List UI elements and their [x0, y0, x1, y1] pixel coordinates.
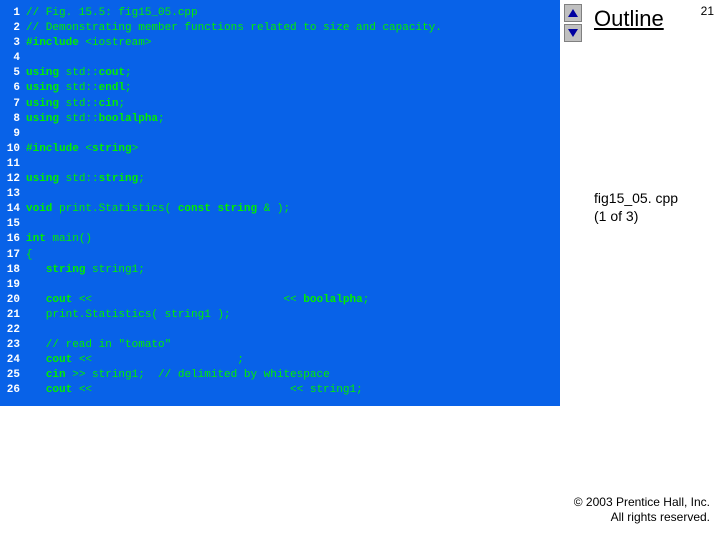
file-label: fig15_05. cpp (1 of 3) — [594, 190, 678, 225]
code-line: 18 string string1; — [0, 263, 560, 278]
line-number: 19 — [0, 278, 26, 293]
copyright-line2: All rights reserved. — [611, 510, 710, 524]
page-number: 21 — [701, 4, 714, 18]
code-text: cout << << string1; — [26, 383, 560, 398]
triangle-down-icon — [568, 29, 578, 37]
code-line: 14void print.Statistics( const string & … — [0, 202, 560, 217]
line-number: 4 — [0, 51, 26, 66]
code-line: 26 cout << << string1; — [0, 383, 560, 398]
line-number: 2 — [0, 21, 26, 36]
file-label-line1: fig15_05. cpp — [594, 190, 678, 206]
code-text — [26, 217, 560, 232]
line-number: 10 — [0, 142, 26, 157]
line-number: 1 — [0, 6, 26, 21]
code-text — [26, 323, 560, 338]
code-line: 7using std::cin; — [0, 97, 560, 112]
code-text: string string1; — [26, 263, 560, 278]
code-line: 9 — [0, 127, 560, 142]
line-number: 17 — [0, 248, 26, 263]
right-panel: Outline 21 fig15_05. cpp (1 of 3) — [560, 0, 720, 540]
code-text — [26, 278, 560, 293]
code-line: 23 // read in "tomato" — [0, 338, 560, 353]
code-line: 2// Demonstrating member functions relat… — [0, 21, 560, 36]
code-line: 22 — [0, 323, 560, 338]
line-number: 21 — [0, 308, 26, 323]
nav-up-button[interactable] — [564, 4, 582, 22]
code-line: 13 — [0, 187, 560, 202]
code-text — [26, 127, 560, 142]
code-line: 16int main() — [0, 232, 560, 247]
code-text: using std::string; — [26, 172, 560, 187]
code-line: 6using std::endl; — [0, 81, 560, 96]
line-number: 22 — [0, 323, 26, 338]
code-line: 10#include <string> — [0, 142, 560, 157]
code-line: 3#include <iostream> — [0, 36, 560, 51]
code-text — [26, 187, 560, 202]
line-number: 13 — [0, 187, 26, 202]
code-text: void print.Statistics( const string & ); — [26, 202, 560, 217]
code-text: using std::cout; — [26, 66, 560, 81]
code-line: 19 — [0, 278, 560, 293]
code-line: 12using std::string; — [0, 172, 560, 187]
line-number: 25 — [0, 368, 26, 383]
line-number: 3 — [0, 36, 26, 51]
code-line: 20 cout << << boolalpha; — [0, 293, 560, 308]
code-text: cout << << boolalpha; — [26, 293, 560, 308]
code-text: #include <iostream> — [26, 36, 560, 51]
code-text: print.Statistics( string1 ); — [26, 308, 560, 323]
line-number: 24 — [0, 353, 26, 368]
copyright: © 2003 Prentice Hall, Inc. All rights re… — [574, 495, 710, 526]
code-text: cin >> string1; // delimited by whitespa… — [26, 368, 560, 383]
line-number: 12 — [0, 172, 26, 187]
code-line: 21 print.Statistics( string1 ); — [0, 308, 560, 323]
file-label-line2: (1 of 3) — [594, 208, 638, 224]
line-number: 16 — [0, 232, 26, 247]
code-line: 15 — [0, 217, 560, 232]
line-number: 15 — [0, 217, 26, 232]
code-text: using std::cin; — [26, 97, 560, 112]
outline-title: Outline — [594, 6, 664, 32]
code-text: using std::endl; — [26, 81, 560, 96]
code-line: 17{ — [0, 248, 560, 263]
line-number: 18 — [0, 263, 26, 278]
line-number: 9 — [0, 127, 26, 142]
code-text: // read in "tomato" — [26, 338, 560, 353]
nav-button-column — [564, 4, 584, 44]
line-number: 11 — [0, 157, 26, 172]
code-line: 24 cout << ; — [0, 353, 560, 368]
line-number: 8 — [0, 112, 26, 127]
line-number: 7 — [0, 97, 26, 112]
triangle-up-icon — [568, 9, 578, 17]
code-line: 25 cin >> string1; // delimited by white… — [0, 368, 560, 383]
code-line: 1// Fig. 15.5: fig15_05.cpp — [0, 6, 560, 21]
line-number: 5 — [0, 66, 26, 81]
code-text — [26, 157, 560, 172]
code-line: 4 — [0, 51, 560, 66]
line-number: 23 — [0, 338, 26, 353]
code-text: int main() — [26, 232, 560, 247]
nav-down-button[interactable] — [564, 24, 582, 42]
code-line: 5using std::cout; — [0, 66, 560, 81]
copyright-line1: © 2003 Prentice Hall, Inc. — [574, 495, 710, 509]
code-text: cout << ; — [26, 353, 560, 368]
code-text: // Fig. 15.5: fig15_05.cpp — [26, 6, 560, 21]
line-number: 14 — [0, 202, 26, 217]
code-line: 11 — [0, 157, 560, 172]
code-text: { — [26, 248, 560, 263]
code-text: #include <string> — [26, 142, 560, 157]
code-line: 8using std::boolalpha; — [0, 112, 560, 127]
code-text — [26, 51, 560, 66]
line-number: 26 — [0, 383, 26, 398]
line-number: 20 — [0, 293, 26, 308]
line-number: 6 — [0, 81, 26, 96]
code-panel: 1// Fig. 15.5: fig15_05.cpp2// Demonstra… — [0, 0, 560, 406]
code-text: // Demonstrating member functions relate… — [26, 21, 560, 36]
code-text: using std::boolalpha; — [26, 112, 560, 127]
